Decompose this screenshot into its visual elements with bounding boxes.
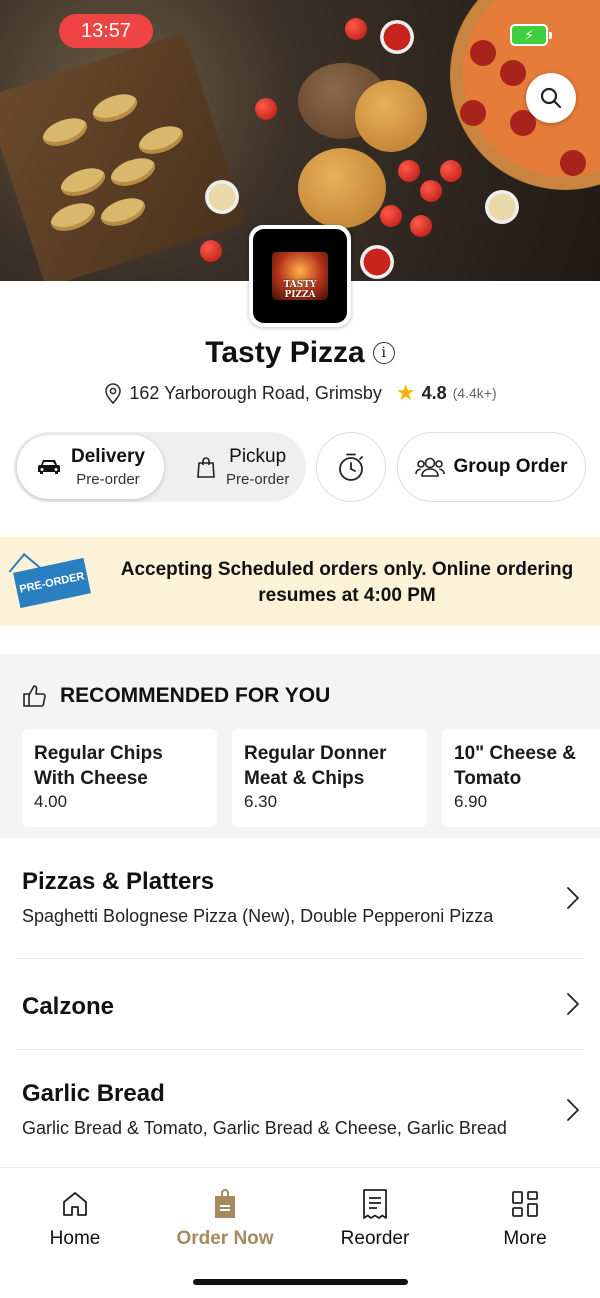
search-icon xyxy=(540,87,562,109)
category-name: Pizzas & Platters xyxy=(22,868,215,895)
thumbs-up-icon xyxy=(23,685,46,707)
pickup-sub: Pre-order xyxy=(226,471,290,488)
item-price: 6.30 xyxy=(244,792,278,811)
address-text: 162 Yarborough Road, Grimsby xyxy=(129,382,382,403)
receipt-icon xyxy=(363,1189,387,1219)
tab-label: Home xyxy=(49,1228,101,1249)
chevron-right-icon xyxy=(567,1099,579,1121)
grid-icon xyxy=(512,1191,538,1217)
restaurant-title: Tasty Pizza i xyxy=(0,336,600,370)
chevron-right-icon xyxy=(567,887,579,909)
category-row[interactable]: Calzone xyxy=(0,959,600,1049)
item-price: 6.90 xyxy=(454,792,488,811)
order-mode-toggle: Delivery Pre-order Pickup Pre-order xyxy=(14,432,306,502)
chevron-right-icon xyxy=(567,993,579,1015)
star-icon: ★ xyxy=(395,380,416,405)
info-icon[interactable]: i xyxy=(372,342,395,364)
tab-label: More xyxy=(503,1228,547,1249)
item-name: Regular Chips With Cheese xyxy=(34,743,163,789)
home-icon xyxy=(63,1192,87,1216)
group-order-label: Group Order xyxy=(453,456,568,477)
recommended-section: RECOMMENDED FOR YOU Regular Chips With C… xyxy=(0,654,600,838)
battery-charging-icon: ⚡ xyxy=(510,24,552,46)
schedule-button[interactable] xyxy=(316,432,386,502)
tab-label: Order Now xyxy=(176,1228,274,1249)
item-name: 10" Cheese & Tomato xyxy=(454,743,577,789)
category-desc: Spaghetti Bolognese Pizza (New), Double … xyxy=(22,906,494,926)
location-pin-icon xyxy=(105,383,122,404)
delivery-label: Delivery xyxy=(71,446,145,467)
group-order-button[interactable]: Group Order xyxy=(397,432,586,502)
recommended-heading: RECOMMENDED FOR YOU xyxy=(60,684,331,707)
rating-value: 4.8 xyxy=(421,382,447,403)
pickup-label: Pickup xyxy=(229,446,287,467)
restaurant-logo: TASTY PIZZA xyxy=(249,225,351,327)
rating-count: (4.4k+) xyxy=(452,385,497,401)
preorder-banner: PRE-ORDER Accepting Scheduled orders onl… xyxy=(0,537,600,626)
delivery-sub: Pre-order xyxy=(76,471,140,488)
preorder-message: Accepting Scheduled orders only. Online … xyxy=(120,559,574,606)
car-icon xyxy=(38,460,60,474)
category-row[interactable]: Garlic Bread Garlic Bread & Tomato, Garl… xyxy=(0,1050,600,1166)
tab-label: Reorder xyxy=(340,1228,410,1249)
category-desc: Garlic Bread & Tomato, Garlic Bread & Ch… xyxy=(22,1118,507,1138)
item-price: 4.00 xyxy=(34,792,68,811)
status-time: 13:57 xyxy=(59,14,153,48)
item-name: Regular Donner Meat & Chips xyxy=(244,743,387,789)
timer-icon xyxy=(339,453,363,481)
order-bag-icon xyxy=(215,1189,235,1218)
tab-home[interactable]: Home xyxy=(0,1186,150,1250)
recommended-item[interactable]: Regular Chips With Cheese 4.00 xyxy=(22,729,217,827)
category-row[interactable]: Pizzas & Platters Spaghetti Bolognese Pi… xyxy=(0,838,600,958)
recommended-item[interactable]: Regular Donner Meat & Chips 6.30 xyxy=(232,729,427,827)
category-name: Garlic Bread xyxy=(22,1080,165,1107)
delivery-option[interactable]: Delivery Pre-order xyxy=(17,435,164,499)
category-name: Calzone xyxy=(22,993,115,1020)
tab-reorder[interactable]: Reorder xyxy=(300,1186,450,1250)
home-indicator xyxy=(193,1279,408,1285)
pickup-option[interactable]: Pickup Pre-order xyxy=(180,435,306,499)
recommended-item[interactable]: 10" Cheese & Tomato 6.90 xyxy=(442,729,600,827)
tab-more[interactable]: More xyxy=(450,1186,600,1250)
restaurant-name: Tasty Pizza xyxy=(205,336,365,369)
restaurant-address-row: 162 Yarborough Road, Grimsby ★ 4.8 (4.4k… xyxy=(0,380,600,406)
tab-order-now[interactable]: Order Now xyxy=(150,1186,300,1250)
search-button[interactable] xyxy=(526,73,576,123)
logo-text: TASTY PIZZA xyxy=(283,280,317,300)
shopping-bag-icon xyxy=(197,457,215,478)
group-users-icon xyxy=(415,457,446,477)
